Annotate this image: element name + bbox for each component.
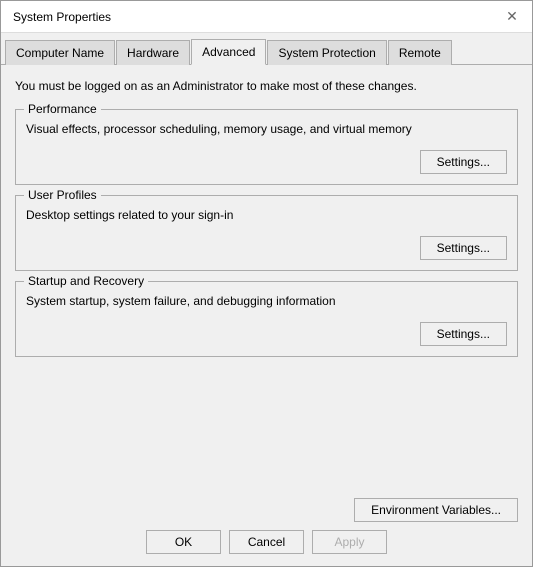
startup-recovery-settings-button[interactable]: Settings...: [420, 322, 507, 346]
ok-button[interactable]: OK: [146, 530, 221, 554]
performance-group-label: Performance: [24, 102, 101, 116]
tab-system-protection[interactable]: System Protection: [267, 40, 386, 65]
tab-advanced[interactable]: Advanced: [191, 39, 266, 65]
cancel-button[interactable]: Cancel: [229, 530, 304, 554]
performance-settings-button[interactable]: Settings...: [420, 150, 507, 174]
user-profiles-description: Desktop settings related to your sign-in: [26, 208, 507, 222]
user-profiles-group: User Profiles Desktop settings related t…: [15, 195, 518, 271]
user-profiles-settings-button[interactable]: Settings...: [420, 236, 507, 260]
performance-group: Performance Visual effects, processor sc…: [15, 109, 518, 185]
tab-remote[interactable]: Remote: [388, 40, 452, 65]
main-content: You must be logged on as an Administrato…: [1, 65, 532, 490]
tab-computer-name[interactable]: Computer Name: [5, 40, 115, 65]
performance-description: Visual effects, processor scheduling, me…: [26, 122, 507, 136]
startup-recovery-description: System startup, system failure, and debu…: [26, 294, 507, 308]
admin-notice: You must be logged on as an Administrato…: [15, 77, 518, 99]
startup-recovery-btn-row: Settings...: [26, 322, 507, 346]
action-row: OK Cancel Apply: [15, 530, 518, 554]
close-button[interactable]: ✕: [500, 5, 524, 29]
startup-recovery-group: Startup and Recovery System startup, sys…: [15, 281, 518, 357]
system-properties-window: System Properties ✕ Computer Name Hardwa…: [0, 0, 533, 567]
title-bar: System Properties ✕: [1, 1, 532, 33]
env-variables-row: Environment Variables...: [15, 498, 518, 522]
environment-variables-button[interactable]: Environment Variables...: [354, 498, 518, 522]
footer: Environment Variables... OK Cancel Apply: [1, 490, 532, 566]
tab-hardware[interactable]: Hardware: [116, 40, 190, 65]
window-title: System Properties: [13, 10, 111, 24]
user-profiles-group-label: User Profiles: [24, 188, 101, 202]
performance-btn-row: Settings...: [26, 150, 507, 174]
startup-recovery-group-label: Startup and Recovery: [24, 274, 148, 288]
tab-bar: Computer Name Hardware Advanced System P…: [1, 33, 532, 65]
apply-button[interactable]: Apply: [312, 530, 387, 554]
user-profiles-btn-row: Settings...: [26, 236, 507, 260]
